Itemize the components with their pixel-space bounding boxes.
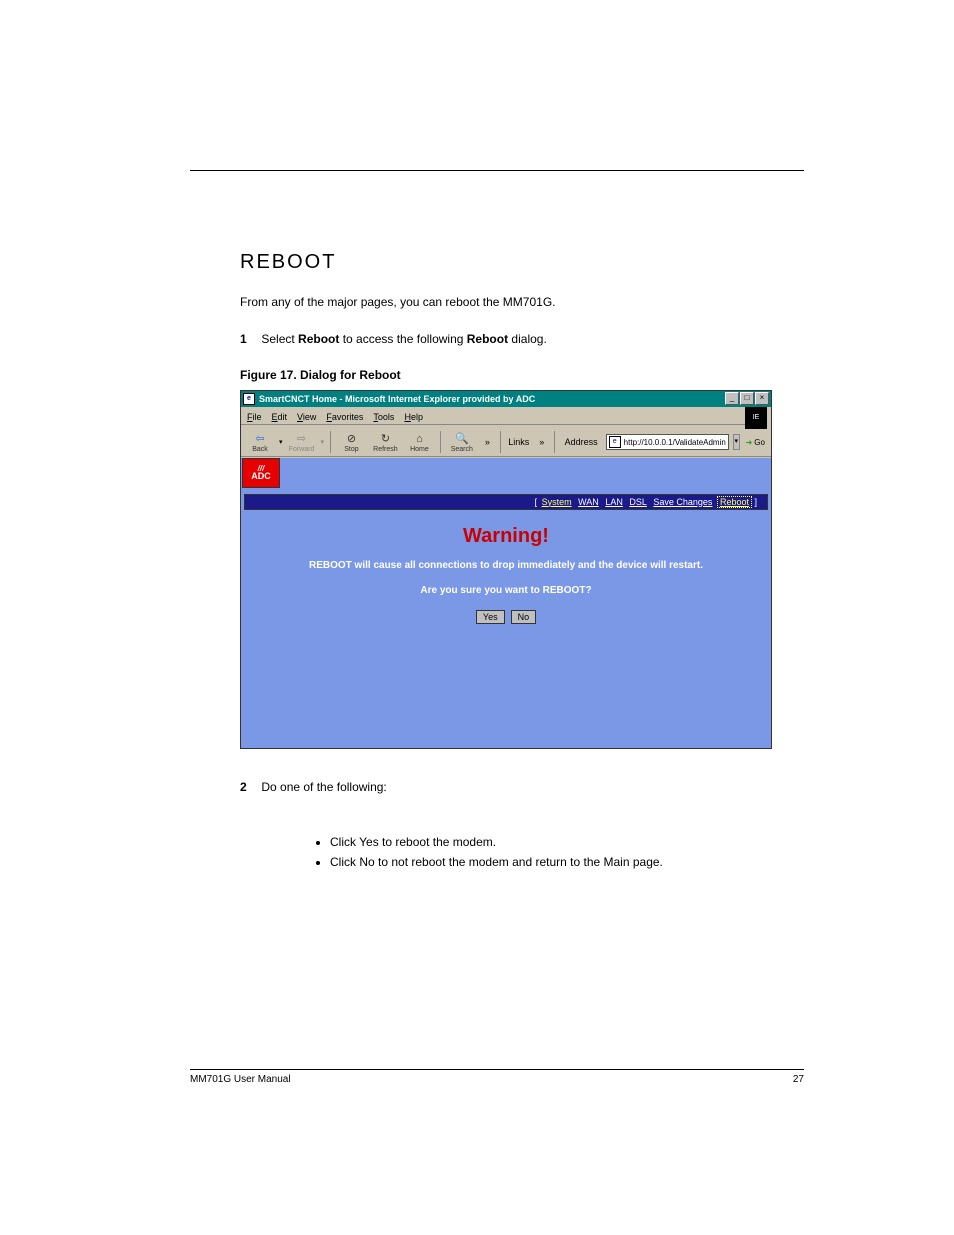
home-icon: ⌂ [411, 432, 427, 446]
links-overflow-icon[interactable]: » [535, 437, 548, 447]
ie-icon: e [243, 393, 255, 405]
menu-tools[interactable]: Tools [373, 412, 394, 422]
nav-reboot[interactable]: Reboot [717, 496, 752, 508]
go-icon: ➜ [746, 438, 753, 447]
go-button[interactable]: ➜ Go [744, 438, 767, 447]
refresh-icon: ↻ [377, 432, 393, 446]
titlebar: e SmartCNCT Home - Microsoft Internet Ex… [241, 391, 771, 407]
links-label[interactable]: Links [506, 437, 531, 447]
stop-button[interactable]: ⊘ Stop [336, 431, 366, 454]
stop-icon: ⊘ [343, 432, 359, 446]
warning-text: REBOOT will cause all connections to dro… [253, 560, 759, 571]
adc-logo: /// ADC [242, 458, 280, 488]
toolbar: ⇦ Back ▾ ⇨ Forward ▾ ⊘ Stop ↻ Refresh ⌂ … [241, 429, 771, 457]
ie-throbber-icon: IE [745, 407, 767, 429]
search-icon: 🔍 [454, 432, 470, 446]
section-title: REBOOT [240, 251, 804, 274]
nav-save-changes[interactable]: Save Changes [651, 497, 714, 507]
minimize-button[interactable]: _ [725, 392, 739, 405]
menu-file[interactable]: File [247, 412, 262, 422]
maximize-button[interactable]: □ [740, 392, 754, 405]
window-controls: _ □ × [725, 392, 769, 405]
footer-doc-title: MM701G User Manual [190, 1074, 291, 1085]
window-title: SmartCNCT Home - Microsoft Internet Expl… [259, 394, 535, 404]
nav-wan[interactable]: WAN [576, 497, 601, 507]
nav-lan[interactable]: LAN [603, 497, 625, 507]
page-icon: e [609, 436, 621, 448]
confirm-text: Are you sure you want to REBOOT? [253, 585, 759, 596]
browser-window: e SmartCNCT Home - Microsoft Internet Ex… [240, 390, 772, 749]
nav-bar: [ System WAN LAN DSL Save Changes Reboot… [244, 494, 768, 510]
address-label: Address [561, 437, 602, 447]
nav-system[interactable]: System [540, 497, 574, 507]
options-list: Click Yes to reboot the modem. Click No … [290, 835, 804, 869]
back-arrow-icon: ⇦ [252, 432, 268, 446]
warning-title: Warning! [253, 525, 759, 548]
home-button[interactable]: ⌂ Home [404, 431, 434, 454]
yes-button[interactable]: Yes [476, 610, 505, 624]
menu-help[interactable]: Help [404, 412, 423, 422]
list-item: Click Yes to reboot the modem. [330, 835, 804, 849]
refresh-button[interactable]: ↻ Refresh [370, 431, 400, 454]
back-button[interactable]: ⇦ Back [245, 431, 275, 454]
address-dropdown-icon[interactable]: ▾ [733, 434, 740, 450]
no-button[interactable]: No [511, 610, 537, 624]
step-1: 1 Select Reboot to access the following … [240, 331, 804, 348]
forward-button[interactable]: ⇨ Forward [287, 431, 317, 454]
footer-page-number: 27 [793, 1074, 804, 1085]
menubar: File Edit View Favorites Tools Help [241, 410, 745, 425]
nav-dsl[interactable]: DSL [627, 497, 649, 507]
menu-view[interactable]: View [297, 412, 316, 422]
menu-favorites[interactable]: Favorites [326, 412, 363, 422]
search-button[interactable]: 🔍 Search [447, 431, 477, 454]
close-button[interactable]: × [755, 392, 769, 405]
intro-paragraph: From any of the major pages, you can reb… [240, 294, 804, 311]
step-2: 2 Do one of the following: [240, 779, 804, 796]
page-content: /// ADC [ System WAN LAN DSL Save Change… [241, 458, 771, 748]
menu-edit[interactable]: Edit [272, 412, 288, 422]
toolbar-overflow-icon[interactable]: » [481, 437, 494, 447]
figure-caption: Figure 17. Dialog for Reboot [240, 368, 804, 382]
list-item: Click No to not reboot the modem and ret… [330, 855, 804, 869]
page-footer: MM701G User Manual 27 [190, 1074, 804, 1085]
address-input[interactable]: e http://10.0.0.1/ValidateAdmin [606, 434, 729, 450]
forward-arrow-icon: ⇨ [294, 432, 310, 446]
